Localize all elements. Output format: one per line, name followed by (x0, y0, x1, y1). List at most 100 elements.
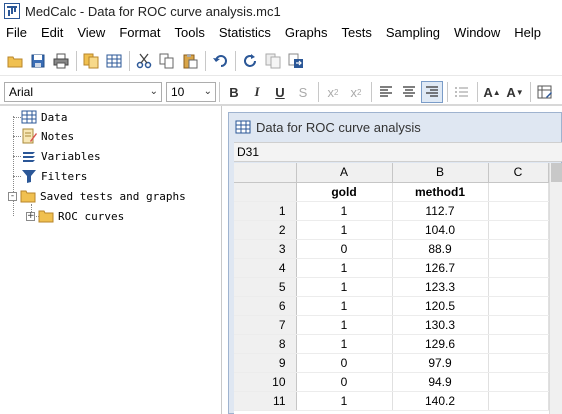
cell-method1[interactable]: 88.9 (392, 239, 489, 259)
cell-method1[interactable]: 126.7 (392, 258, 489, 278)
row-header[interactable]: 6 (234, 296, 297, 316)
vertical-scrollbar[interactable] (549, 163, 562, 414)
tree-item-notes[interactable]: Notes (21, 127, 74, 145)
scrollbar-thumb[interactable] (551, 163, 562, 182)
menu-sampling[interactable]: Sampling (379, 25, 447, 40)
duplicate-icon[interactable] (262, 50, 284, 72)
cut-icon[interactable] (133, 50, 155, 72)
align-left-button[interactable] (375, 81, 397, 103)
cell-gold[interactable]: 1 (296, 201, 393, 221)
row-header[interactable]: 11 (234, 391, 297, 411)
copy-sheet-icon[interactable] (80, 50, 102, 72)
tree-item-saved-tests[interactable]: - Saved tests and graphs (8, 187, 186, 205)
font-size-select[interactable]: 10 ⌄ (166, 82, 216, 102)
export-icon[interactable] (285, 50, 307, 72)
tree-item-roc-curves[interactable]: + ROC curves (26, 207, 124, 225)
row-header[interactable]: 8 (234, 334, 297, 354)
cell-gold[interactable]: 1 (296, 315, 393, 335)
cell-empty[interactable] (488, 201, 549, 221)
cell-empty[interactable] (488, 391, 549, 411)
menu-help[interactable]: Help (507, 25, 548, 40)
cell-empty[interactable] (488, 296, 549, 316)
cell-gold[interactable]: 1 (296, 391, 393, 411)
cell-empty[interactable] (488, 315, 549, 335)
spreadsheet-title-bar[interactable]: Data for ROC curve analysis (229, 113, 561, 141)
cell-method1[interactable]: 123.3 (392, 277, 489, 297)
tree-item-data[interactable]: Data (21, 108, 68, 126)
menu-statistics[interactable]: Statistics (212, 25, 278, 40)
list-button[interactable] (451, 81, 473, 103)
cell-method1[interactable]: 129.6 (392, 334, 489, 354)
cell-gold[interactable]: 1 (296, 277, 393, 297)
cell-gold[interactable]: 1 (296, 334, 393, 354)
variable-name-cell[interactable] (488, 182, 549, 202)
tree-item-filters[interactable]: Filters (21, 167, 87, 185)
undo-icon[interactable] (209, 50, 231, 72)
cell-reference-box[interactable]: D31 (234, 142, 562, 162)
cell-gold[interactable]: 1 (296, 220, 393, 240)
cell-gold[interactable]: 0 (296, 353, 393, 373)
cell-empty[interactable] (488, 372, 549, 392)
cell-method1[interactable]: 130.3 (392, 315, 489, 335)
edit-table-button[interactable] (534, 81, 556, 103)
cell-method1[interactable]: 97.9 (392, 353, 489, 373)
copy-icon[interactable] (156, 50, 178, 72)
superscript-button[interactable]: x2 (345, 81, 367, 103)
cell-gold[interactable]: 1 (296, 296, 393, 316)
cell-empty[interactable] (488, 353, 549, 373)
menu-format[interactable]: Format (112, 25, 167, 40)
strikethrough-button[interactable]: S (292, 81, 314, 103)
spreadsheet-icon[interactable] (103, 50, 125, 72)
row-header-names[interactable] (234, 182, 297, 202)
column-header-a[interactable]: A (296, 163, 393, 183)
subscript-button[interactable]: x2 (322, 81, 344, 103)
cell-method1[interactable]: 120.5 (392, 296, 489, 316)
variable-name-cell[interactable]: method1 (392, 182, 489, 202)
menu-view[interactable]: View (70, 25, 112, 40)
align-center-button[interactable] (398, 81, 420, 103)
menu-window[interactable]: Window (447, 25, 507, 40)
underline-button[interactable]: U (269, 81, 291, 103)
open-folder-icon[interactable] (4, 50, 26, 72)
variable-name-cell[interactable]: gold (296, 182, 393, 202)
row-header[interactable]: 3 (234, 239, 297, 259)
cell-method1[interactable]: 112.7 (392, 201, 489, 221)
menu-graphs[interactable]: Graphs (278, 25, 335, 40)
row-header[interactable]: 1 (234, 201, 297, 221)
row-header[interactable]: 10 (234, 372, 297, 392)
menu-file[interactable]: File (0, 25, 34, 40)
row-header[interactable]: 9 (234, 353, 297, 373)
grow-font-button[interactable]: A ▲ (481, 81, 503, 103)
cell-empty[interactable] (488, 258, 549, 278)
cell-gold[interactable]: 0 (296, 239, 393, 259)
print-icon[interactable] (50, 50, 72, 72)
paste-icon[interactable] (179, 50, 201, 72)
column-header-c[interactable]: C (488, 163, 549, 183)
cell-gold[interactable]: 1 (296, 258, 393, 278)
refresh-icon[interactable] (239, 50, 261, 72)
row-header[interactable]: 5 (234, 277, 297, 297)
tree-expander-expand[interactable]: + (26, 211, 35, 221)
shrink-font-button[interactable]: A ▼ (504, 81, 526, 103)
cell-method1[interactable]: 94.9 (392, 372, 489, 392)
cell-gold[interactable]: 0 (296, 372, 393, 392)
align-right-button[interactable] (421, 81, 443, 103)
tree-item-variables[interactable]: Variables (21, 147, 101, 165)
cell-empty[interactable] (488, 334, 549, 354)
cell-empty[interactable] (488, 220, 549, 240)
cell-empty[interactable] (488, 239, 549, 259)
menu-edit[interactable]: Edit (34, 25, 70, 40)
font-name-select[interactable]: Arial ⌄ (4, 82, 162, 102)
cell-empty[interactable] (488, 277, 549, 297)
menu-tools[interactable]: Tools (167, 25, 211, 40)
select-all-corner[interactable] (234, 163, 297, 183)
menu-tests[interactable]: Tests (335, 25, 379, 40)
row-header[interactable]: 2 (234, 220, 297, 240)
save-icon[interactable] (27, 50, 49, 72)
row-header[interactable]: 7 (234, 315, 297, 335)
column-header-b[interactable]: B (392, 163, 489, 183)
italic-button[interactable]: I (246, 81, 268, 103)
tree-expander-collapse[interactable]: - (8, 191, 17, 201)
cell-method1[interactable]: 104.0 (392, 220, 489, 240)
cell-method1[interactable]: 140.2 (392, 391, 489, 411)
